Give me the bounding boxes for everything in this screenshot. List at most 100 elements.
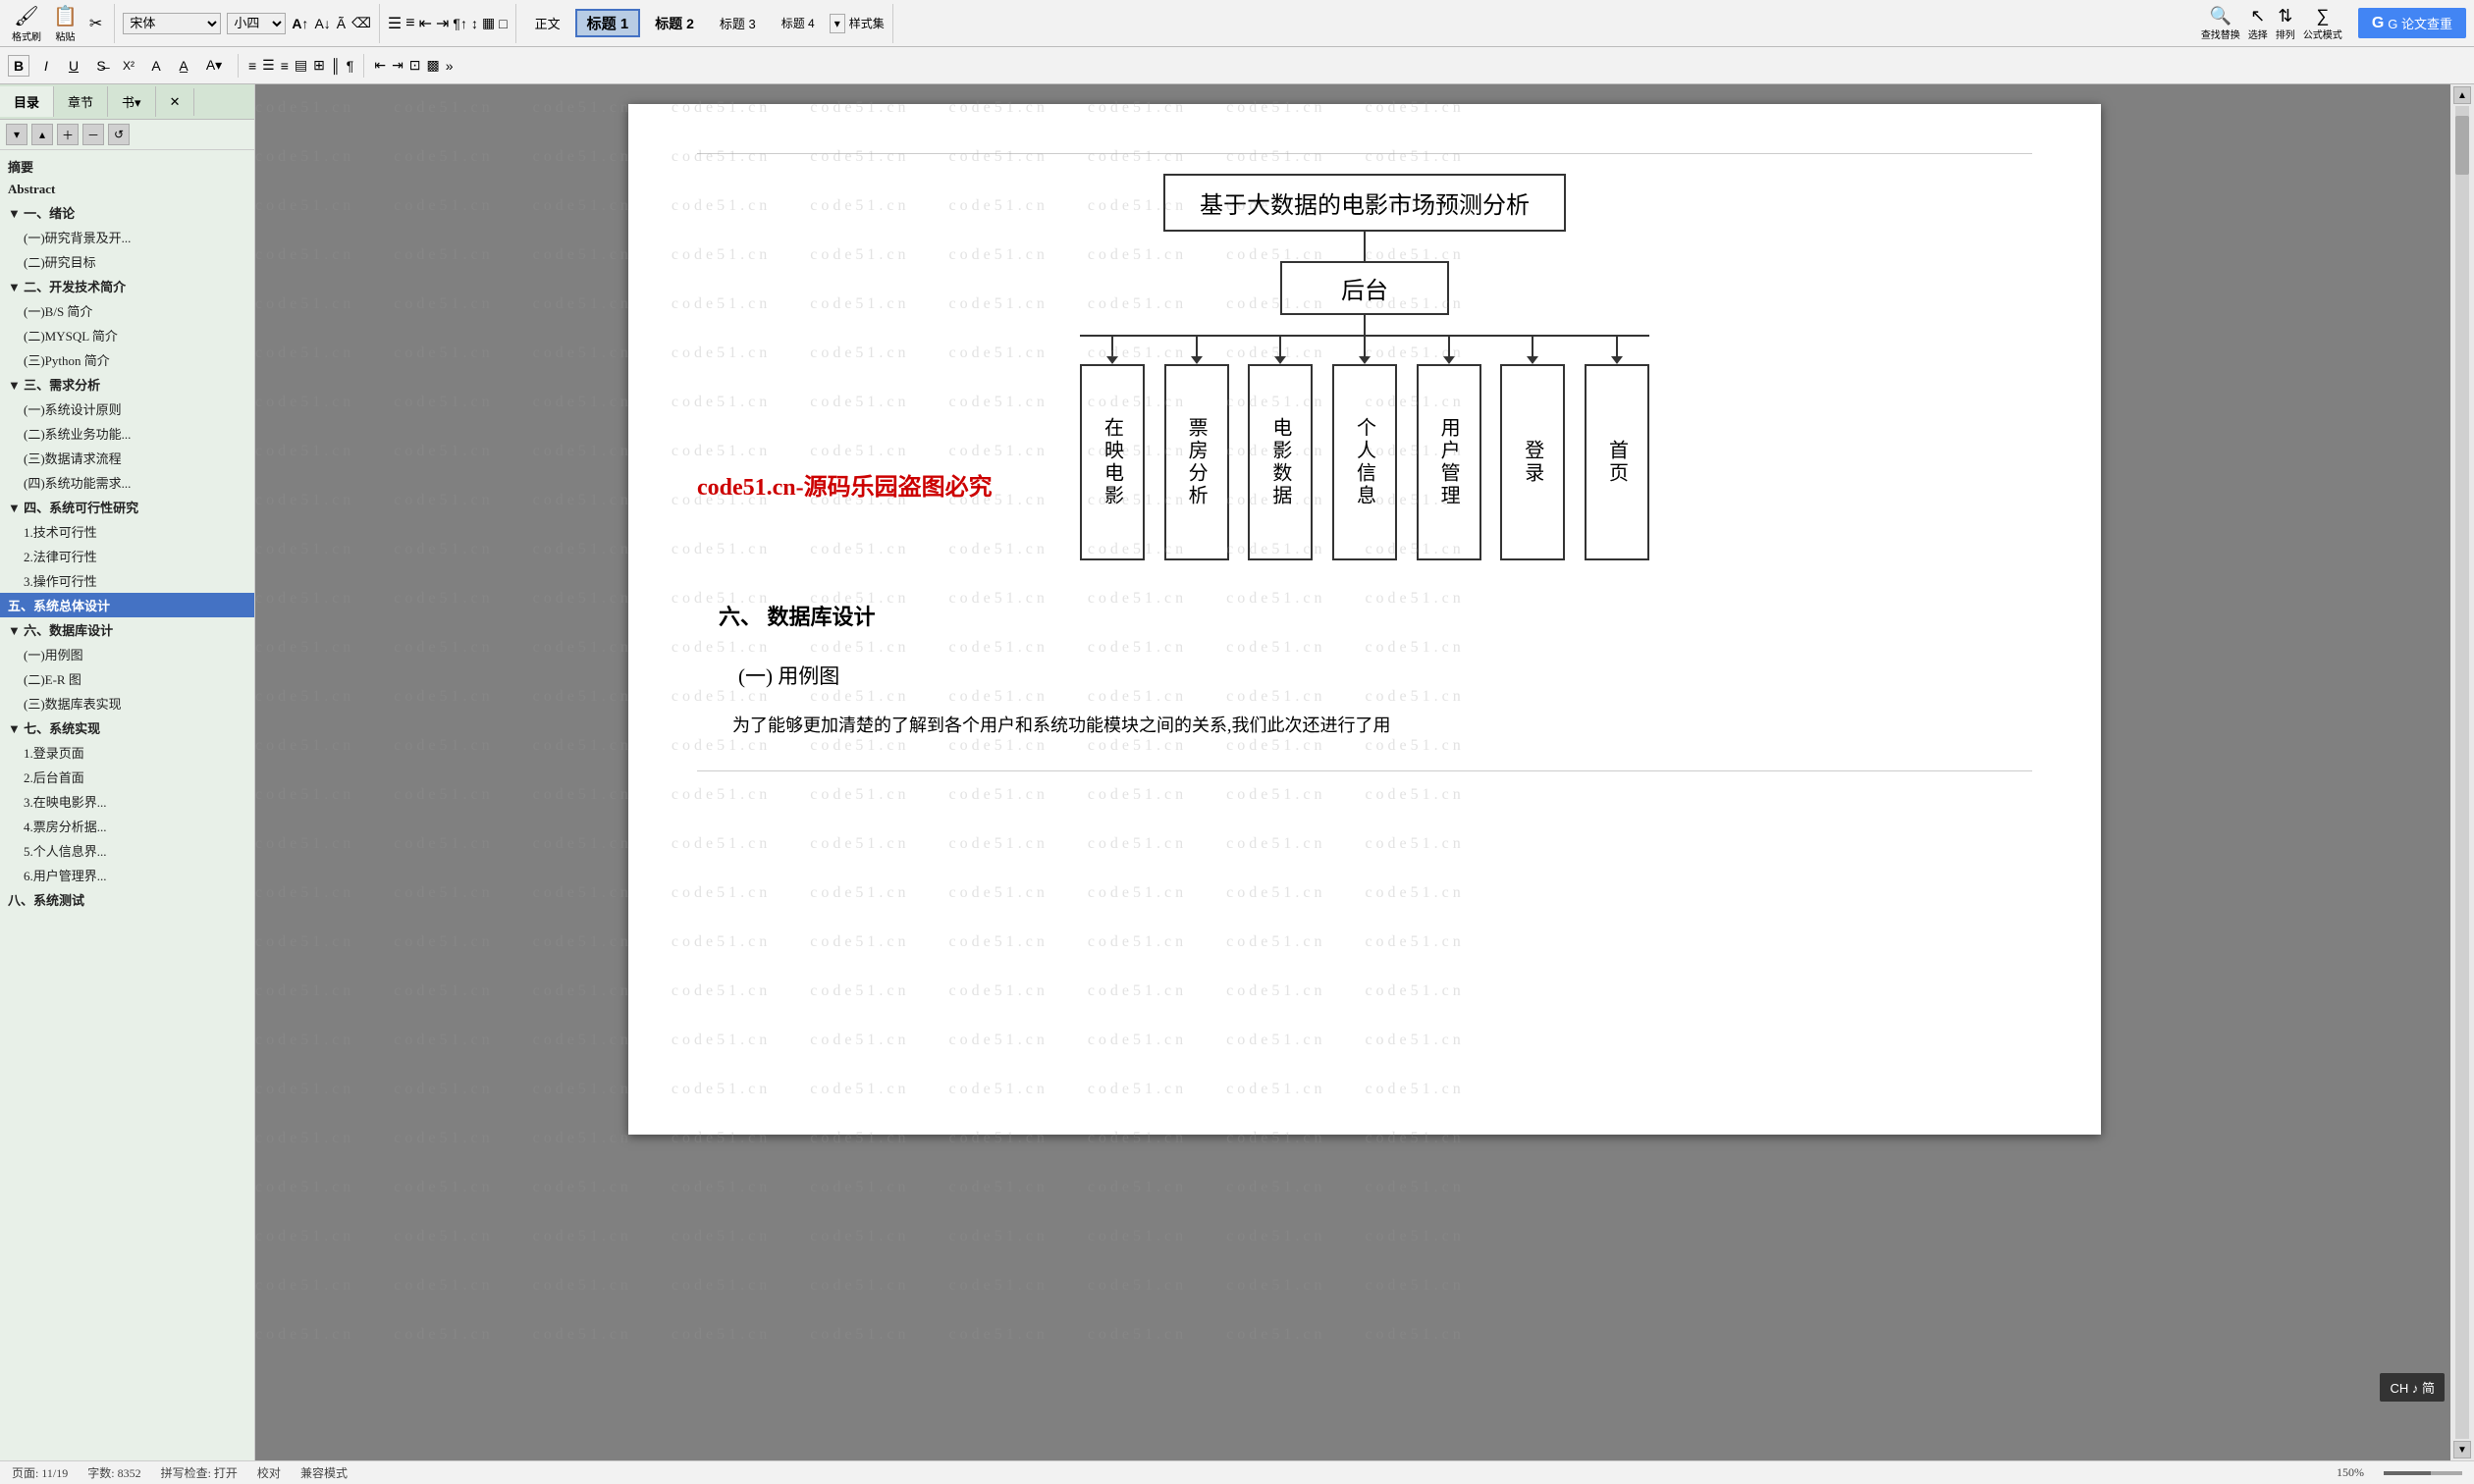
tree-item-ch2-2[interactable]: (二)MYSQL 简介: [0, 323, 254, 347]
font-color-btn[interactable]: A: [145, 55, 167, 77]
tree-item-ch5[interactable]: 五、系统总体设计: [0, 593, 254, 617]
tree-item-ch7-4[interactable]: 4.票房分析据...: [0, 814, 254, 838]
tree-item-ch7-1[interactable]: 1.登录页面: [0, 740, 254, 765]
borders-btn[interactable]: ⊡: [409, 57, 421, 74]
sort-btn[interactable]: ⇅ 排列: [2276, 6, 2295, 41]
zoom-slider[interactable]: [2384, 1471, 2462, 1475]
formula-mode-btn[interactable]: ∑ 公式模式: [2303, 6, 2342, 41]
scroll-down-btn[interactable]: ▼: [2453, 1441, 2471, 1458]
expand-btn[interactable]: ▴: [31, 124, 53, 145]
justify-btn[interactable]: ▤: [295, 57, 307, 74]
indent-increase-btn[interactable]: ⇥: [436, 14, 449, 33]
char-shade-btn[interactable]: A▾: [200, 55, 228, 77]
styles-dropdown-btn[interactable]: ▾: [830, 14, 845, 33]
underline-btn[interactable]: U: [63, 55, 84, 77]
body-text: 为了能够更加清楚的了解到各个用户和系统功能模块之间的关系,我们此次还进行了用: [697, 710, 2032, 741]
clear-format-btn[interactable]: ⌫: [351, 15, 371, 31]
branch-zaiyingdianying: 在映电影: [1080, 337, 1145, 560]
tree-item-ch6-2[interactable]: (二)E-R 图: [0, 666, 254, 691]
col-break-btn[interactable]: ║: [331, 58, 341, 74]
tree-item-ch7[interactable]: ▼ 七、系统实现: [0, 716, 254, 740]
cut-btn[interactable]: ✂: [85, 12, 106, 35]
font-grow-btn[interactable]: A↑: [292, 16, 308, 31]
remove-btn[interactable]: －: [82, 124, 104, 145]
style-h3-btn[interactable]: 标题 3: [709, 11, 767, 35]
format-brush-btn[interactable]: 🖌 格式刷: [8, 2, 45, 45]
highlight-color-btn[interactable]: A̲: [173, 55, 194, 77]
table-btn[interactable]: ⊞: [313, 57, 325, 74]
content-area[interactable]: code51.cn code51.cn code51.cn code51.cn …: [255, 84, 2474, 1460]
border-btn[interactable]: □: [499, 16, 507, 31]
tree-item-ch3[interactable]: ▼ 三、需求分析: [0, 372, 254, 397]
tab-toc[interactable]: 目录: [0, 86, 54, 117]
paste-btn[interactable]: 📋 粘贴: [49, 2, 81, 45]
diagram-container: 基于大数据的电影市场预测分析 后台: [697, 174, 2032, 560]
tree-item-ch7-2[interactable]: 2.后台首面: [0, 765, 254, 789]
tab-chapter[interactable]: 章节: [54, 86, 108, 117]
tree-item-ch1[interactable]: ▼ 一、绪论: [0, 200, 254, 225]
tree-item-ch4[interactable]: ▼ 四、系统可行性研究: [0, 495, 254, 519]
tab-book[interactable]: 书▾: [108, 86, 156, 117]
tree-item-ch8[interactable]: 八、系统测试: [0, 887, 254, 912]
tree-item-ch3-4[interactable]: (四)系统功能需求...: [0, 470, 254, 495]
spell-check: 拼写检查: 打开: [161, 1464, 238, 1481]
font-family-select[interactable]: 宋体: [123, 13, 221, 34]
list-btn[interactable]: ☰: [388, 14, 402, 33]
tree-item-abstract[interactable]: 摘要: [0, 154, 254, 179]
tree-item-ch3-1[interactable]: (一)系统设计原则: [0, 397, 254, 421]
tree-item-ch4-2[interactable]: 2.法律可行性: [0, 544, 254, 568]
para-special-btn[interactable]: ¶↑: [453, 16, 467, 31]
font-shrink-btn[interactable]: A↓: [314, 16, 330, 31]
ordered-list-btn[interactable]: ≡: [405, 15, 414, 32]
tree-item-ch6[interactable]: ▼ 六、数据库设计: [0, 617, 254, 642]
tree-item-ch4-1[interactable]: 1.技术可行性: [0, 519, 254, 544]
tree-item-ch7-6[interactable]: 6.用户管理界...: [0, 863, 254, 887]
indent-decrease-btn[interactable]: ⇤: [419, 14, 432, 33]
tab-close[interactable]: ✕: [156, 88, 195, 116]
style-h2-btn[interactable]: 标题 2: [644, 11, 705, 36]
decrease-indent-btn2[interactable]: ⇤: [374, 57, 386, 74]
tree-item-ch4-3[interactable]: 3.操作可行性: [0, 568, 254, 593]
superscript-btn[interactable]: X²: [118, 55, 139, 77]
toolbar-group-paste: 🖌 格式刷 📋 粘贴 ✂: [8, 4, 115, 43]
tree-item-ch7-3[interactable]: 3.在映电影界...: [0, 789, 254, 814]
refresh-btn[interactable]: ↺: [108, 124, 130, 145]
font-size-select[interactable]: 小四: [227, 13, 286, 34]
tree-item-ch7-5[interactable]: 5.个人信息界...: [0, 838, 254, 863]
tree-item-ch1-1[interactable]: (一)研究背景及开...: [0, 225, 254, 249]
strikethrough-btn[interactable]: S̶: [90, 55, 112, 77]
increase-indent-btn2[interactable]: ⇥: [392, 57, 403, 74]
shading-btn2[interactable]: ▩: [427, 57, 440, 74]
style-normal-btn[interactable]: 正文: [524, 11, 571, 35]
ch-mode-button[interactable]: CH ♪ 简: [2380, 1373, 2445, 1402]
italic-btn[interactable]: I: [35, 55, 57, 77]
bold-btn[interactable]: B: [8, 55, 29, 77]
tree-item-abstract-en[interactable]: Abstract: [0, 179, 254, 200]
align-center-btn[interactable]: ☰: [262, 57, 275, 74]
select-btn[interactable]: ↖ 选择: [2248, 6, 2268, 41]
branch-shouye: 首页: [1585, 337, 1649, 560]
shading-btn[interactable]: ▦: [482, 15, 495, 31]
tree-item-ch6-1[interactable]: (一)用例图: [0, 642, 254, 666]
style-h1-btn[interactable]: 标题 1: [575, 9, 641, 37]
tree-item-ch2-1[interactable]: (一)B/S 简介: [0, 298, 254, 323]
collapse-btn[interactable]: ▾: [6, 124, 27, 145]
scroll-up-btn[interactable]: ▲: [2453, 86, 2471, 104]
tree-item-ch6-3[interactable]: (三)数据库表实现: [0, 691, 254, 716]
g-review-button[interactable]: G G 论文查重: [2358, 8, 2466, 38]
add-btn[interactable]: ＋: [57, 124, 79, 145]
word-count: 字数: 8352: [87, 1464, 140, 1481]
align-left-btn[interactable]: ≡: [248, 58, 256, 74]
para-mark-btn[interactable]: ¶: [347, 58, 354, 74]
align-right-btn[interactable]: ≡: [281, 58, 289, 74]
tree-item-ch3-3[interactable]: (三)数据请求流程: [0, 446, 254, 470]
font-special-btn[interactable]: Ã: [337, 16, 346, 31]
find-replace-btn[interactable]: 🔍 查找替换: [2201, 6, 2240, 41]
tree-item-ch1-2[interactable]: (二)研究目标: [0, 249, 254, 274]
tree-item-ch3-2[interactable]: (二)系统业务功能...: [0, 421, 254, 446]
line-spacing-btn[interactable]: ↕: [471, 16, 478, 31]
more-btn[interactable]: »: [446, 58, 454, 74]
tree-item-ch2[interactable]: ▼ 二、开发技术简介: [0, 274, 254, 298]
tree-item-ch2-3[interactable]: (三)Python 简介: [0, 347, 254, 372]
style-h4-btn[interactable]: 标题 4: [771, 12, 826, 34]
